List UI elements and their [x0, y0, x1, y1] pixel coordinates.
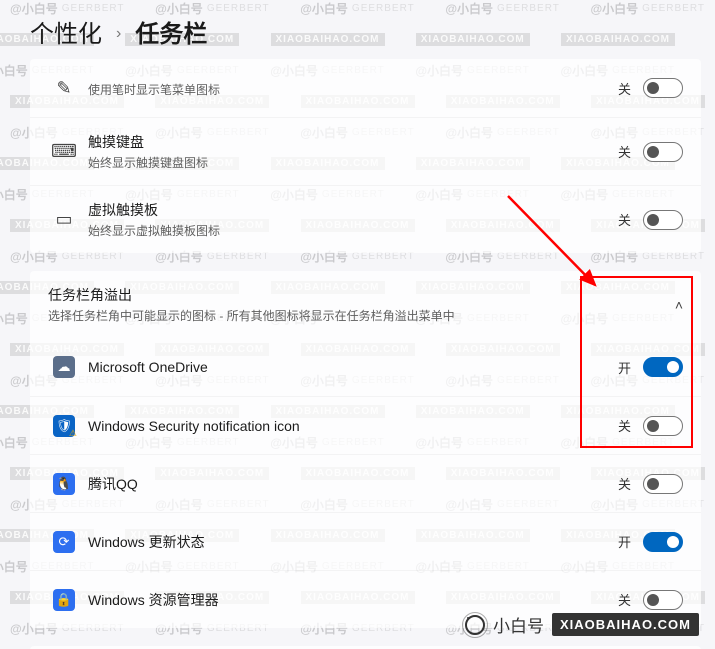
watermark-brand: 小白号 XIAOBAIHAO.COM [465, 612, 699, 637]
row-subtitle: 使用笔时显示笔菜单图标 [88, 81, 618, 98]
toggle-state-label: 开 [618, 358, 631, 377]
row-windows-security: 🛡 Windows Security notification icon 关 [30, 396, 701, 454]
toggle-pen-menu[interactable] [643, 78, 683, 98]
chevron-right-icon: › [116, 25, 121, 43]
row-title: 虚拟触摸板 [88, 200, 618, 220]
row-windows-update: ⟳ Windows 更新状态 开 [30, 512, 701, 570]
toggle-virtual-touchpad[interactable] [643, 210, 683, 230]
toggle-windows-security[interactable] [643, 416, 683, 436]
row-subtitle: 始终显示触摸键盘图标 [88, 154, 618, 171]
brand-box: XIAOBAIHAO.COM [552, 613, 699, 636]
section-title: 任务栏角溢出 [48, 285, 675, 305]
explorer-icon: 🔒 [53, 589, 75, 611]
breadcrumb: 个性化 › 任务栏 [0, 0, 715, 59]
row-subtitle: 始终显示虚拟触摸板图标 [88, 222, 618, 239]
app-label: Microsoft OneDrive [88, 359, 618, 375]
brand-logo-icon [465, 615, 485, 635]
toggle-state-label: 关 [618, 210, 631, 229]
toggle-touch-keyboard[interactable] [643, 142, 683, 162]
toggle-state-label: 关 [618, 79, 631, 98]
toggle-state-label: 关 [618, 474, 631, 493]
toggle-state-label: 开 [618, 532, 631, 551]
row-touch-keyboard: ⌨ 触摸键盘 始终显示触摸键盘图标 关 [30, 117, 701, 185]
toggle-state-label: 关 [618, 416, 631, 435]
keyboard-icon: ⌨ [48, 141, 80, 162]
onedrive-icon: ☁ [53, 356, 75, 378]
qq-icon: 🐧 [53, 473, 75, 495]
brand-text: 小白号 [493, 612, 544, 637]
row-qq: 🐧 腾讯QQ 关 [30, 454, 701, 512]
touchpad-icon: ▭ [48, 209, 80, 230]
row-title: 触摸键盘 [88, 132, 618, 152]
toggle-onedrive[interactable] [643, 357, 683, 377]
toggle-explorer[interactable] [643, 590, 683, 610]
taskbar-overflow-card: 任务栏角溢出 选择任务栏角中可能显示的图标 - 所有其他图标将显示在任务栏角溢出… [30, 271, 701, 628]
update-icon: ⟳ [53, 531, 75, 553]
row-virtual-touchpad: ▭ 虚拟触摸板 始终显示虚拟触摸板图标 关 [30, 185, 701, 253]
toggle-state-label: 关 [618, 590, 631, 609]
app-label: Windows 资源管理器 [88, 590, 618, 610]
toggle-qq[interactable] [643, 474, 683, 494]
app-label: 腾讯QQ [88, 474, 618, 494]
chevron-up-icon: ˄ [675, 297, 683, 313]
taskbar-corner-icons-card: ✎ 使用笔时显示笔菜单图标 关 ⌨ 触摸键盘 始终显示触摸键盘图标 关 ▭ 虚拟… [30, 59, 701, 253]
section-subtitle: 选择任务栏角中可能显示的图标 - 所有其他图标将显示在任务栏角溢出菜单中 [48, 307, 675, 324]
row-onedrive: ☁ Microsoft OneDrive 开 [30, 338, 701, 396]
app-label: Windows Security notification icon [88, 418, 618, 434]
toggle-windows-update[interactable] [643, 532, 683, 552]
breadcrumb-current: 任务栏 [135, 14, 207, 49]
security-icon: 🛡 [53, 415, 75, 437]
pen-icon: ✎ [48, 78, 80, 99]
app-label: Windows 更新状态 [88, 532, 618, 552]
toggle-state-label: 关 [618, 142, 631, 161]
breadcrumb-parent[interactable]: 个性化 [30, 14, 102, 49]
row-pen-menu: ✎ 使用笔时显示笔菜单图标 关 [30, 59, 701, 117]
overflow-section-header[interactable]: 任务栏角溢出 选择任务栏角中可能显示的图标 - 所有其他图标将显示在任务栏角溢出… [30, 271, 701, 338]
